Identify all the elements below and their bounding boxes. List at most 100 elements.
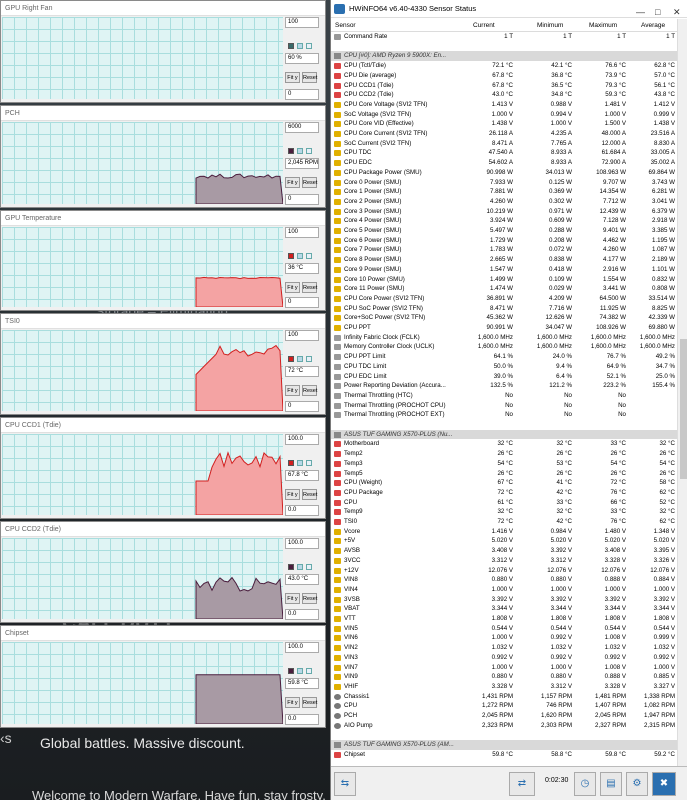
blank-row[interactable] bbox=[331, 42, 677, 52]
sensor-row[interactable]: CPU Package 72 °C 42 °C 76 °C 62 °C bbox=[331, 488, 677, 498]
sensor-row[interactable]: VIN8 0.880 V 0.880 V 0.888 V 0.884 V bbox=[331, 575, 677, 585]
series-color-swatch-2[interactable] bbox=[297, 356, 303, 362]
close-sensors-icon[interactable]: ✖ bbox=[652, 772, 676, 796]
graph-min-field[interactable]: 0.0 bbox=[285, 714, 319, 725]
series-color-swatch-3[interactable] bbox=[306, 460, 312, 466]
graph-max-field[interactable]: 6000 bbox=[285, 122, 319, 133]
sensor-row[interactable]: Thermal Throttling (HTC) No No No bbox=[331, 391, 677, 401]
fit-y-button[interactable]: Fit y bbox=[285, 697, 300, 708]
graph-plot[interactable] bbox=[2, 330, 283, 411]
sensor-row[interactable]: Thermal Throttling (PROCHOT EXT) No No No bbox=[331, 410, 677, 420]
sensor-group-header[interactable]: CPU [#0]: AMD Ryzen 9 5900X: En... bbox=[331, 51, 677, 62]
series-color-swatch-2[interactable] bbox=[297, 253, 303, 259]
sensor-row[interactable]: PCH 2,045 RPM 1,620 RPM 2,045 RPM 1,947 R… bbox=[331, 711, 677, 721]
sensor-row[interactable]: CPU CCD1 (Tdie) 67.8 °C 36.5 °C 79.3 °C 5… bbox=[331, 81, 677, 91]
graph-min-field[interactable]: 0 bbox=[285, 89, 319, 100]
sensor-row[interactable]: CPU Core VID (Effective) 1.438 V 1.000 V … bbox=[331, 119, 677, 129]
sensor-row[interactable]: CPU CCD2 (Tdie) 43.0 °C 34.8 °C 59.3 °C 4… bbox=[331, 90, 677, 100]
series-color-swatch[interactable] bbox=[288, 668, 294, 674]
col-current[interactable]: Current bbox=[473, 19, 495, 32]
sensor-row[interactable]: SoC Current (SVI2 TFN) 8.471 A 7.765 A 12… bbox=[331, 139, 677, 149]
settings-icon[interactable]: ⚙ bbox=[626, 772, 648, 796]
reset-button[interactable]: Reset bbox=[302, 282, 317, 293]
series-color-swatch-2[interactable] bbox=[297, 668, 303, 674]
sensor-row[interactable]: Temp3 54 °C 53 °C 54 °C 54 °C bbox=[331, 459, 677, 469]
reset-button[interactable]: Reset bbox=[302, 72, 317, 83]
sensor-row[interactable]: CPU EDC Limit 39.0 % 6.4 % 52.1 % 25.0 % bbox=[331, 372, 677, 382]
reset-button[interactable]: Reset bbox=[302, 697, 317, 708]
sensor-row[interactable]: VBAT 3.344 V 3.344 V 3.344 V 3.344 V bbox=[331, 604, 677, 614]
sensor-row[interactable]: SoC Voltage (SVI2 TFN) 1.000 V 0.994 V 1.… bbox=[331, 110, 677, 120]
sensor-row[interactable]: Core 6 Power (SMU) 1.729 W 0.208 W 4.462 … bbox=[331, 236, 677, 246]
sensor-row[interactable]: Command Rate 1 T 1 T 1 T 1 T bbox=[331, 32, 677, 42]
sensor-row[interactable]: Core 2 Power (SMU) 4.260 W 0.302 W 7.712 … bbox=[331, 197, 677, 207]
graph-plot[interactable] bbox=[2, 538, 283, 619]
report-icon[interactable]: ▤ bbox=[600, 772, 622, 796]
blank-row[interactable] bbox=[331, 420, 677, 430]
sensor-row[interactable]: CPU TDC 47.540 A 8.933 A 61.684 A 33.005 … bbox=[331, 148, 677, 158]
sensor-row[interactable]: CPU EDC 54.602 A 8.933 A 72.900 A 35.002 … bbox=[331, 158, 677, 168]
sensor-group-header[interactable]: ASUS TUF GAMING X570-PLUS (Nu... bbox=[331, 429, 677, 440]
sensor-row[interactable]: Temp2 26 °C 26 °C 26 °C 26 °C bbox=[331, 449, 677, 459]
series-color-swatch[interactable] bbox=[288, 148, 294, 154]
sensor-row[interactable]: VIN6 1.000 V 0.992 V 1.008 V 0.999 V bbox=[331, 633, 677, 643]
series-color-swatch[interactable] bbox=[288, 356, 294, 362]
series-color-swatch-3[interactable] bbox=[306, 356, 312, 362]
col-average[interactable]: Average bbox=[641, 19, 665, 32]
sensor-row[interactable]: CPU Die (average) 67.8 °C 36.8 °C 73.9 °C… bbox=[331, 71, 677, 81]
sensor-row[interactable]: VIN9 0.880 V 0.880 V 0.888 V 0.885 V bbox=[331, 672, 677, 682]
graph-plot[interactable] bbox=[2, 434, 283, 515]
sensor-row[interactable]: Motherboard 32 °C 32 °C 33 °C 32 °C bbox=[331, 439, 677, 449]
reset-button[interactable]: Reset bbox=[302, 489, 317, 500]
sensor-row[interactable]: VTT 1.808 V 1.808 V 1.808 V 1.808 V bbox=[331, 614, 677, 624]
series-color-swatch-2[interactable] bbox=[297, 564, 303, 570]
sensor-row[interactable]: Core 11 Power (SMU) 1.474 W 0.029 W 3.441… bbox=[331, 284, 677, 294]
fit-y-button[interactable]: Fit y bbox=[285, 489, 300, 500]
reset-button[interactable]: Reset bbox=[302, 593, 317, 604]
sensor-row[interactable]: VIN4 1.000 V 1.000 V 1.000 V 1.000 V bbox=[331, 585, 677, 595]
sensor-row[interactable]: Core 4 Power (SMU) 3.924 W 0.609 W 7.128 … bbox=[331, 216, 677, 226]
series-color-swatch[interactable] bbox=[288, 253, 294, 259]
sensor-row[interactable]: Core 7 Power (SMU) 1.783 W 0.072 W 4.260 … bbox=[331, 245, 677, 255]
fit-y-button[interactable]: Fit y bbox=[285, 593, 300, 604]
sensor-row[interactable]: Memory Controller Clock (UCLK) 1,600.0 MH… bbox=[331, 342, 677, 352]
graph-plot[interactable] bbox=[2, 642, 283, 724]
sensor-row[interactable]: CPU TDC Limit 50.0 % 9.4 % 64.9 % 34.7 % bbox=[331, 362, 677, 372]
graph-plot[interactable] bbox=[2, 227, 283, 307]
sensor-row[interactable]: AIO Pump 2,323 RPM 2,303 RPM 2,327 RPM 2,… bbox=[331, 721, 677, 731]
sensor-row[interactable]: Core 1 Power (SMU) 7.881 W 0.369 W 14.354… bbox=[331, 187, 677, 197]
sensor-row[interactable]: VIN2 1.032 V 1.032 V 1.032 V 1.032 V bbox=[331, 643, 677, 653]
sensor-row[interactable]: CPU Core Current (SVI2 TFN) 26.118 A 4.23… bbox=[331, 129, 677, 139]
sensor-row[interactable]: CPU Package Power (SMU) 90.998 W 34.013 W… bbox=[331, 168, 677, 178]
sensor-row[interactable]: VHIF 3.328 V 3.312 V 3.328 V 3.327 V bbox=[331, 682, 677, 692]
reset-button[interactable]: Reset bbox=[302, 177, 317, 188]
fit-y-button[interactable]: Fit y bbox=[285, 282, 300, 293]
sensor-row[interactable]: +5V 5.020 V 5.020 V 5.020 V 5.020 V bbox=[331, 536, 677, 546]
sensor-row[interactable]: Temp9 32 °C 32 °C 33 °C 32 °C bbox=[331, 507, 677, 517]
sensor-row[interactable]: VIN3 0.992 V 0.992 V 0.992 V 0.992 V bbox=[331, 653, 677, 663]
sensor-row[interactable]: Power Reporting Deviation (Accura... 132.… bbox=[331, 381, 677, 391]
window-title-bar[interactable]: HWiNFO64 v6.40-4330 Sensor Status — □ ✕ bbox=[331, 0, 687, 18]
sensor-row[interactable]: CPU (Tctl/Tdie) 72.1 °C 42.1 °C 76.6 °C 6… bbox=[331, 61, 677, 71]
series-color-swatch-3[interactable] bbox=[306, 253, 312, 259]
series-color-swatch-2[interactable] bbox=[297, 43, 303, 49]
col-maximum[interactable]: Maximum bbox=[589, 19, 617, 32]
sensor-row[interactable]: Core 3 Power (SMU) 10.219 W 0.971 W 12.43… bbox=[331, 207, 677, 217]
sensor-row[interactable]: VIN5 0.544 V 0.544 V 0.544 V 0.544 V bbox=[331, 624, 677, 634]
sensor-row[interactable]: Core 10 Power (SMU) 1.499 W 0.109 W 1.554… bbox=[331, 275, 677, 285]
series-color-swatch-2[interactable] bbox=[297, 460, 303, 466]
sensor-row[interactable]: Core 8 Power (SMU) 2.665 W 0.838 W 4.177 … bbox=[331, 255, 677, 265]
sensor-row[interactable]: CPU 61 °C 33 °C 66 °C 52 °C bbox=[331, 498, 677, 508]
series-color-swatch-2[interactable] bbox=[297, 148, 303, 154]
series-color-swatch[interactable] bbox=[288, 43, 294, 49]
sensor-row[interactable]: Chassis1 1,431 RPM 1,157 RPM 1,481 RPM 1,… bbox=[331, 692, 677, 702]
series-color-swatch[interactable] bbox=[288, 460, 294, 466]
graph-plot[interactable] bbox=[2, 122, 283, 204]
sensor-row[interactable]: Core 9 Power (SMU) 1.547 W 0.418 W 2.916 … bbox=[331, 265, 677, 275]
graph-max-field[interactable]: 100 bbox=[285, 330, 319, 341]
sensor-row[interactable]: CPU Core Voltage (SVI2 TFN) 1.413 V 0.988… bbox=[331, 100, 677, 110]
nav-arrows-icon[interactable]: ⇆ bbox=[334, 772, 356, 796]
graph-min-field[interactable]: 0 bbox=[285, 194, 319, 205]
fit-y-button[interactable]: Fit y bbox=[285, 385, 300, 396]
col-sensor[interactable]: Sensor bbox=[335, 19, 356, 32]
